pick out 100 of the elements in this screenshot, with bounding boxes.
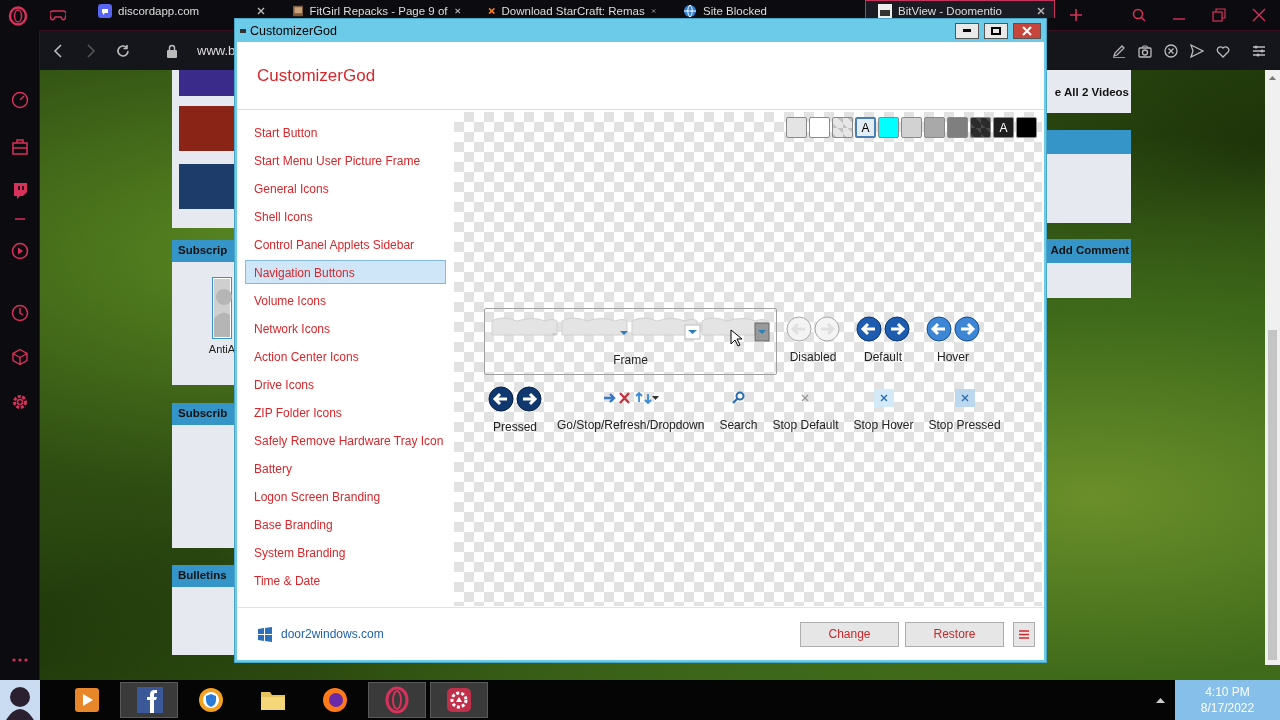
- close-icon[interactable]: [1252, 8, 1266, 22]
- blocker-icon[interactable]: [1164, 43, 1178, 58]
- taskbar-button[interactable]: [120, 682, 178, 718]
- cube-icon[interactable]: [10, 348, 29, 366]
- gamepad-icon[interactable]: [50, 9, 66, 21]
- category-item[interactable]: Start Menu User Picture Frame: [245, 148, 446, 172]
- category-item[interactable]: Battery: [245, 456, 446, 480]
- fox-globe-icon[interactable]: [321, 686, 349, 714]
- see-all-videos-link[interactable]: e All 2 Videos: [1045, 70, 1131, 113]
- close-icon[interactable]: [256, 6, 266, 16]
- background-swatch[interactable]: [832, 117, 853, 138]
- app-menu-icon[interactable]: [240, 28, 246, 33]
- close-icon[interactable]: [1036, 6, 1046, 16]
- show-hidden-icons-caret-icon[interactable]: [1156, 697, 1165, 703]
- background-swatch[interactable]: A: [993, 117, 1014, 138]
- shield-circle-icon[interactable]: [197, 686, 225, 714]
- category-item[interactable]: Navigation Buttons: [245, 260, 446, 284]
- maximize-button[interactable]: [984, 22, 1008, 39]
- navigation-arrows-icon: [856, 316, 910, 342]
- video-thumbnail[interactable]: [179, 106, 234, 151]
- maximize-icon: [991, 26, 1001, 35]
- category-item[interactable]: Start Button: [245, 120, 446, 144]
- category-item[interactable]: Base Branding: [245, 512, 446, 536]
- category-item[interactable]: Drive Icons: [245, 372, 446, 396]
- taskbar-button[interactable]: [430, 682, 488, 718]
- category-item[interactable]: Safely Remove Hardware Tray Icon: [245, 428, 446, 452]
- search-icon: [731, 391, 746, 405]
- background-swatch[interactable]: [901, 117, 922, 138]
- play-tile-icon[interactable]: [73, 686, 101, 714]
- browser-tab[interactable]: BitView - Doomentio: [865, 0, 1055, 18]
- category-item[interactable]: Network Icons: [245, 316, 446, 340]
- background-swatch[interactable]: A: [855, 117, 876, 138]
- background-swatch[interactable]: [970, 117, 991, 138]
- thumbnail-icon: [293, 4, 304, 18]
- avatar-silhouette-icon[interactable]: [212, 277, 232, 339]
- minimize-icon: [963, 29, 971, 32]
- footer-button[interactable]: Change: [800, 621, 899, 647]
- window-logo-icon: [257, 626, 273, 642]
- background-swatch[interactable]: [924, 117, 945, 138]
- heart-icon[interactable]: [1216, 43, 1230, 58]
- category-item[interactable]: System Branding: [245, 540, 446, 564]
- bag-icon[interactable]: [10, 137, 29, 155]
- category-item[interactable]: Logon Screen Branding: [245, 484, 446, 508]
- background-swatch[interactable]: [947, 117, 968, 138]
- category-item[interactable]: Volume Icons: [245, 288, 446, 312]
- category-item[interactable]: ZIP Folder Icons: [245, 400, 446, 424]
- settings-sliders-icon[interactable]: [1252, 43, 1266, 58]
- browser-tab[interactable]: Download StarCraft: Remas: [475, 0, 665, 18]
- edit-icon[interactable]: [1112, 43, 1126, 58]
- settings-icon[interactable]: [10, 393, 29, 411]
- website-link[interactable]: door2windows.com: [281, 627, 384, 641]
- play-circle-icon[interactable]: [10, 242, 29, 260]
- send-icon[interactable]: [1190, 43, 1204, 58]
- url-text[interactable]: www.b: [197, 43, 236, 58]
- member-name[interactable]: AntiA: [208, 343, 236, 355]
- reload-icon[interactable]: [116, 43, 130, 58]
- preview-label: Disabled: [789, 350, 837, 364]
- gear-icon[interactable]: [445, 686, 473, 714]
- opera-logo-icon[interactable]: [8, 6, 28, 26]
- preview-label: Pressed: [493, 420, 537, 434]
- scroll-up-icon[interactable]: [1269, 76, 1276, 80]
- toolbar-glyphs-icon: [602, 390, 659, 406]
- category-item[interactable]: General Icons: [245, 176, 446, 200]
- plus-icon[interactable]: [1069, 8, 1083, 22]
- navigation-arrows-icon: [786, 316, 840, 342]
- close-button[interactable]: [1013, 22, 1041, 39]
- footer-button[interactable]: Restore: [905, 621, 1004, 647]
- letter-tile-icon[interactable]: [135, 686, 163, 714]
- frame-label: Frame: [613, 353, 648, 367]
- browser-tab[interactable]: FitGirl Repacks - Page 9 of: [280, 0, 470, 18]
- panel-header: Add Comment: [1045, 239, 1131, 263]
- minimize-button[interactable]: [955, 22, 979, 39]
- scrollbar-thumb[interactable]: [1268, 330, 1277, 660]
- mouse-cursor-icon: [730, 329, 742, 347]
- speedometer-icon[interactable]: [10, 91, 29, 109]
- background-swatch[interactable]: [1016, 117, 1037, 138]
- restore-icon[interactable]: [1212, 8, 1226, 22]
- background-swatch[interactable]: [878, 117, 899, 138]
- scrollbar[interactable]: [1265, 70, 1280, 665]
- camera-icon[interactable]: [1138, 43, 1152, 58]
- browser-tab[interactable]: Site Blocked: [670, 0, 860, 18]
- menu-button[interactable]: [1013, 621, 1035, 647]
- o-ring-icon[interactable]: [383, 686, 411, 714]
- category-item[interactable]: Control Panel Applets Sidebar: [245, 232, 446, 256]
- video-thumbnail[interactable]: [179, 164, 234, 209]
- category-item[interactable]: Shell Icons: [245, 204, 446, 228]
- background-swatch[interactable]: [809, 117, 830, 138]
- video-thumbnail[interactable]: [179, 70, 234, 96]
- clock-icon[interactable]: [10, 304, 29, 322]
- start-avatar-icon[interactable]: [0, 680, 40, 720]
- browser-tab[interactable]: discordapp.com: [85, 0, 275, 18]
- close-icon[interactable]: [453, 6, 461, 16]
- category-item[interactable]: Time & Date: [245, 568, 446, 592]
- background-swatch[interactable]: [786, 117, 807, 138]
- preview-label: Hover: [937, 350, 969, 364]
- search-icon[interactable]: [1132, 8, 1146, 22]
- close-icon[interactable]: [650, 6, 656, 16]
- navigation-arrows-icon: [926, 316, 980, 342]
- window-title: CustomizerGod: [250, 23, 337, 38]
- category-item[interactable]: Action Center Icons: [245, 344, 446, 368]
